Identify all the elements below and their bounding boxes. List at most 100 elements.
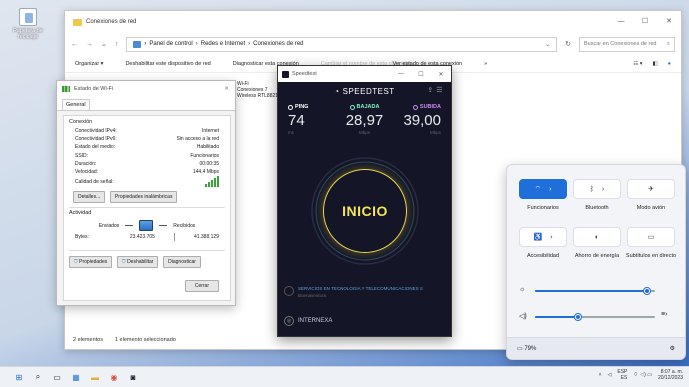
bytes-sent: 23.423.705 — [129, 234, 155, 241]
ping-stat: PING 74 ms — [288, 104, 338, 135]
disable-device-button[interactable]: Deshabilitar este dispositivo de red — [125, 61, 210, 67]
tile-label: Modo avión — [636, 205, 666, 211]
breadcrumb-network[interactable]: Redes e Internet — [201, 41, 245, 47]
language-indicator[interactable]: ESP ES — [617, 369, 627, 381]
search-icon: ⌕ — [666, 40, 670, 47]
tile-label: Ahorro de energía — [574, 253, 620, 259]
recycle-bin-label: Papelera de reciclaje — [13, 28, 43, 40]
preview-pane-icon[interactable]: ◧ — [652, 61, 657, 67]
address-dropdown-icon[interactable]: ⌄ — [545, 41, 550, 48]
shield-icon: ⛉ — [121, 259, 126, 266]
properties-button[interactable]: ⛉ Propiedades — [69, 256, 113, 269]
speedtest-brand: SPEEDTEST — [342, 86, 395, 96]
close-dialog-button[interactable]: Cerrar — [184, 280, 219, 292]
tab-general[interactable]: General — [62, 99, 90, 110]
brightness-slider[interactable] — [535, 286, 655, 296]
signal-bars-icon — [205, 176, 219, 188]
wifi-tabstrip: General — [57, 97, 235, 111]
volume-slider[interactable] — [535, 312, 655, 322]
captions-icon: ▭ — [647, 234, 655, 241]
refresh-icon[interactable]: ↻ — [565, 40, 571, 48]
slider-thumb[interactable] — [575, 314, 582, 320]
signal-row: Calidad de señal: — [69, 176, 225, 188]
search-input[interactable]: Buscar en Conexiones de red ⌕ — [579, 36, 675, 52]
isp-info[interactable]: SERVICIOS EN TECNOLOGIA Y TELECOMUNICACI… — [284, 286, 449, 298]
slider-thumb[interactable] — [643, 288, 650, 294]
bluetooth-tile[interactable]: ᛒ › — [573, 179, 621, 199]
details-button[interactable]: Detalles... — [73, 191, 106, 204]
help-icon[interactable]: ● — [668, 61, 671, 67]
detail-row: Duración: 00:00:35 — [75, 160, 219, 167]
start-button[interactable]: INICIO — [323, 169, 407, 253]
chrome-icon[interactable]: ◉ — [107, 370, 121, 384]
overflow-chevron-icon[interactable]: ˄ — [599, 372, 602, 378]
airplane-icon: ✈ — [648, 186, 654, 193]
speedtest-taskbar-icon[interactable]: ◙ — [126, 370, 140, 384]
start-windows-icon[interactable]: ⊞ — [12, 370, 26, 384]
up-icon[interactable]: ↑ — [115, 41, 119, 48]
sent-label: Enviados — [98, 222, 120, 229]
detail-row: Estado del medio: Habilitado — [75, 144, 219, 151]
wireless-properties-button[interactable]: Propiedades inalámbricas — [109, 191, 178, 204]
speedtest-title: Speedtest — [292, 71, 317, 77]
energy-saver-tile[interactable]: ◐ — [573, 227, 621, 247]
section-connection: Conexión — [69, 119, 93, 125]
control-panel-icon — [133, 40, 142, 48]
recycle-bin-shortcut[interactable]: Papelera de reciclaje — [8, 8, 48, 40]
disable-button[interactable]: ⛉ Deshabilitar — [116, 256, 159, 269]
battery-icon: ▭ — [517, 346, 523, 352]
address-bar[interactable]: › Panel de control › Redes e Internet › … — [126, 36, 558, 52]
quick-settings-footer: ▭ 79% ⚙ — [507, 337, 685, 359]
download-stat: BAJADA 28,97 Mbps — [340, 104, 390, 135]
file-explorer-icon[interactable]: ▬ — [88, 370, 102, 384]
more-commands-button[interactable]: » — [484, 61, 487, 67]
wifi-tile[interactable]: ⌔ › — [519, 179, 567, 199]
close-button[interactable]: ✕ — [431, 66, 451, 82]
forward-icon[interactable]: → — [86, 41, 93, 48]
brightness-icon: ☼ — [519, 286, 526, 293]
share-menu-icons[interactable]: ⇪ ☰ — [427, 86, 443, 94]
download-value: 28,97 — [345, 112, 384, 129]
section-activity: Actividad — [69, 210, 92, 217]
upload-icon — [412, 104, 418, 110]
quick-settings-panel: ⌔ › ᛒ › ✈ Funcionarios Bluetooth Modo avió… — [506, 164, 686, 360]
folder-icon — [73, 18, 82, 26]
battery-status[interactable]: ▭ 79% — [517, 345, 536, 352]
tile-label: Subtítulos en directo — [625, 253, 677, 259]
live-captions-tile[interactable]: ▭ — [627, 227, 675, 247]
clock[interactable]: 8:07 a. m. 20/12/2023 — [658, 369, 683, 381]
organize-button[interactable]: Organizar ▾ — [75, 61, 103, 67]
widgets-icon[interactable]: ▦ — [69, 370, 83, 384]
explorer-title: Conexiones de red — [86, 19, 137, 25]
detail-row: Conectividad IPv4: Internet — [75, 128, 219, 134]
audio-output-icon[interactable]: ≡› — [661, 311, 667, 318]
maximize-button[interactable]: ☐ — [633, 11, 657, 31]
back-icon[interactable]: ← — [71, 41, 78, 48]
recycle-bin-icon — [19, 8, 37, 26]
maximize-button[interactable]: ☐ — [411, 66, 431, 82]
ping-icon — [288, 104, 293, 110]
minimize-button[interactable]: — — [609, 11, 633, 31]
chevron-right-icon: › — [601, 185, 605, 193]
diagnose-button[interactable]: Diagnosticar — [163, 256, 201, 269]
network-volume-battery-icons[interactable]: ⌔ ◁) ▭ — [633, 372, 652, 378]
settings-gear-icon[interactable]: ⚙ — [670, 345, 675, 352]
view-options-icon[interactable]: ☷ ▾ — [633, 61, 642, 67]
close-button[interactable]: ✕ — [657, 11, 681, 31]
wifi-icon: ⌔ — [534, 185, 542, 193]
location-icon[interactable]: ◁ — [608, 372, 612, 378]
wifi-title: Estado de Wi-Fi — [74, 86, 114, 92]
accessibility-tile[interactable]: ♿ › — [519, 227, 567, 247]
bytes-row: Bytes: 23.423.705 41.388.129 — [75, 233, 219, 242]
airplane-mode-tile[interactable]: ✈ — [627, 179, 675, 199]
task-view-icon[interactable]: ▭ — [50, 370, 64, 384]
minimize-button[interactable]: — — [391, 66, 411, 82]
dialog-close-icon[interactable]: ✕ — [224, 86, 229, 92]
wifi-titlebar: Estado de Wi-Fi ✕ — [57, 81, 235, 97]
breadcrumb-control-panel[interactable]: Panel de control — [149, 41, 192, 47]
search-icon[interactable]: ⌕ — [31, 370, 45, 384]
recent-chevron-icon[interactable]: ⌄ — [101, 40, 107, 48]
breadcrumb-connections[interactable]: Conexiones de red — [253, 41, 303, 47]
server-selector[interactable]: ◎ INTERNEXA — [284, 316, 332, 326]
chevron-right-icon: › — [550, 233, 553, 241]
